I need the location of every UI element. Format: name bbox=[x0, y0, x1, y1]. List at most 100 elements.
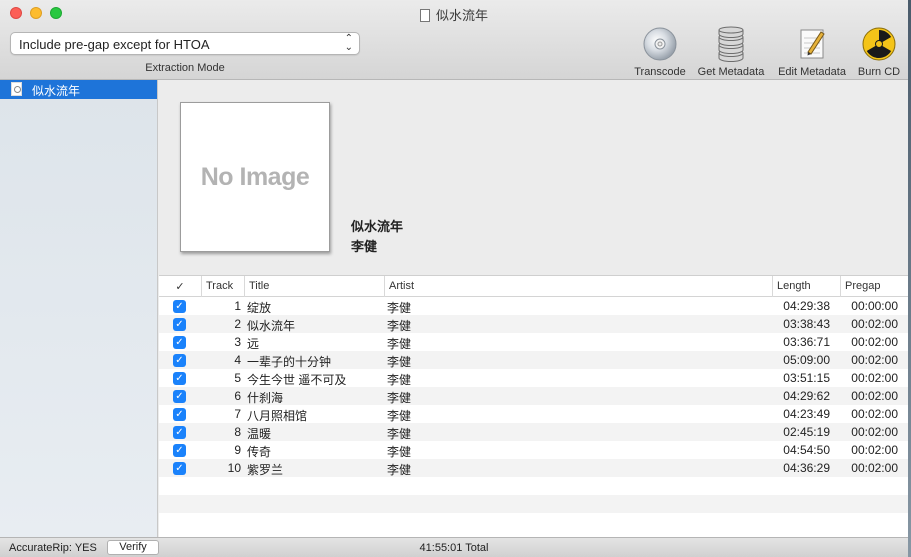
updown-chevron-icon: ⌃ ⌄ bbox=[344, 33, 353, 53]
cell-length: 04:54:50 bbox=[783, 443, 830, 457]
cell-track: 7 bbox=[234, 407, 241, 421]
cell-track: 6 bbox=[234, 389, 241, 403]
track-checkbox[interactable]: ✓ bbox=[173, 426, 186, 439]
cell-pregap: 00:02:00 bbox=[851, 317, 898, 331]
album-title[interactable]: 似水流年 bbox=[351, 216, 403, 235]
track-checkbox[interactable]: ✓ bbox=[173, 408, 186, 421]
cell-pregap: 00:02:00 bbox=[851, 353, 898, 367]
extraction-mode-popup[interactable]: Include pre-gap except for HTOA ⌃ ⌄ bbox=[10, 32, 360, 55]
track-checkbox[interactable]: ✓ bbox=[173, 318, 186, 331]
empty-row bbox=[159, 513, 908, 531]
cd-disc-icon bbox=[642, 26, 678, 62]
table-row[interactable]: ✓ 9 传奇 李健 04:54:50 00:02:00 bbox=[159, 441, 908, 459]
table-row[interactable]: ✓ 6 什刹海 李健 04:29:62 00:02:00 bbox=[159, 387, 908, 405]
cell-pregap: 00:02:00 bbox=[851, 407, 898, 421]
toolbar: 似水流年 Include pre-gap except for HTOA ⌃ ⌄ … bbox=[0, 0, 908, 80]
cell-track: 8 bbox=[234, 425, 241, 439]
album-cover[interactable]: No Image bbox=[180, 102, 330, 252]
edit-metadata-label: Edit Metadata bbox=[778, 66, 846, 78]
main-window: 似水流年 Include pre-gap except for HTOA ⌃ ⌄ … bbox=[0, 0, 908, 557]
album-artist[interactable]: 李健 bbox=[351, 236, 377, 255]
cell-artist: 李健 bbox=[387, 301, 412, 315]
sidebar: 似水流年 bbox=[0, 80, 158, 537]
track-checkbox[interactable]: ✓ bbox=[173, 390, 186, 403]
track-checkbox[interactable]: ✓ bbox=[173, 336, 186, 349]
table-row[interactable]: ✓ 4 一辈子的十分钟 李健 05:09:00 00:02:00 bbox=[159, 351, 908, 369]
track-checkbox[interactable]: ✓ bbox=[173, 354, 186, 367]
column-header-title[interactable]: Title bbox=[244, 276, 384, 297]
cell-length: 03:38:43 bbox=[783, 317, 830, 331]
album-info: No Image 似水流年 李健 bbox=[159, 80, 908, 275]
cell-title: 紫罗兰 bbox=[247, 463, 284, 477]
track-checkbox[interactable]: ✓ bbox=[173, 300, 186, 313]
disc-document-icon bbox=[11, 82, 22, 96]
column-header-check[interactable]: ✓ bbox=[159, 276, 201, 297]
edit-metadata-button[interactable]: Edit Metadata bbox=[774, 26, 850, 78]
table-row[interactable]: ✓ 5 今生今世 遥不可及 李健 03:51:15 00:02:00 bbox=[159, 369, 908, 387]
table-row[interactable]: ✓ 2 似水流年 李健 03:38:43 00:02:00 bbox=[159, 315, 908, 333]
cell-length: 03:36:71 bbox=[783, 335, 830, 349]
cell-artist: 李健 bbox=[387, 319, 412, 333]
cell-artist: 李健 bbox=[387, 373, 412, 387]
burn-cd-button[interactable]: Burn CD bbox=[854, 26, 904, 78]
track-checkbox[interactable]: ✓ bbox=[173, 444, 186, 457]
cell-pregap: 00:02:00 bbox=[851, 425, 898, 439]
track-checkbox[interactable]: ✓ bbox=[173, 372, 186, 385]
window-title-text: 似水流年 bbox=[435, 8, 488, 23]
cell-title: 远 bbox=[247, 337, 260, 351]
cell-length: 05:09:00 bbox=[783, 353, 830, 367]
pencil-notepad-icon bbox=[794, 26, 830, 62]
cover-placeholder-text: No Image bbox=[200, 162, 310, 191]
transcode-button[interactable]: Transcode bbox=[631, 26, 689, 78]
empty-row bbox=[159, 495, 908, 513]
column-header-length[interactable]: Length bbox=[772, 276, 840, 297]
cell-title: 八月照相馆 bbox=[247, 409, 308, 423]
get-metadata-button[interactable]: Get Metadata bbox=[694, 26, 768, 78]
column-header-artist[interactable]: Artist bbox=[384, 276, 772, 297]
radiation-icon bbox=[861, 26, 897, 62]
cell-pregap: 00:02:00 bbox=[851, 389, 898, 403]
database-icon bbox=[713, 26, 749, 62]
cell-title: 绽放 bbox=[247, 301, 272, 315]
cell-track: 1 bbox=[234, 299, 241, 313]
cell-title: 一辈子的十分钟 bbox=[247, 355, 332, 369]
cell-length: 04:36:29 bbox=[783, 461, 830, 475]
cell-track: 10 bbox=[227, 461, 241, 475]
cell-track: 2 bbox=[234, 317, 241, 331]
table-row[interactable]: ✓ 10 紫罗兰 李健 04:36:29 00:02:00 bbox=[159, 459, 908, 477]
table-row[interactable]: ✓ 8 温暖 李健 02:45:19 00:02:00 bbox=[159, 423, 908, 441]
cell-track: 9 bbox=[234, 443, 241, 457]
cell-length: 04:29:62 bbox=[783, 389, 830, 403]
extraction-mode-value: Include pre-gap except for HTOA bbox=[19, 37, 210, 52]
cell-artist: 李健 bbox=[387, 355, 412, 369]
table-row[interactable]: ✓ 1 绽放 李健 04:29:38 00:00:00 bbox=[159, 297, 908, 315]
transcode-label: Transcode bbox=[634, 66, 686, 78]
cell-artist: 李健 bbox=[387, 337, 412, 351]
empty-row bbox=[159, 477, 908, 495]
table-header: ✓ Track Title Artist Length Pregap bbox=[159, 276, 908, 297]
cell-title: 温暖 bbox=[247, 427, 272, 441]
cell-title: 今生今世 遥不可及 bbox=[247, 373, 347, 387]
cell-pregap: 00:00:00 bbox=[851, 299, 898, 313]
cell-track: 4 bbox=[234, 353, 241, 367]
status-bar: AccurateRip: YES Verify 41:55:01 Total bbox=[0, 537, 908, 557]
cell-track: 3 bbox=[234, 335, 241, 349]
burn-cd-label: Burn CD bbox=[857, 66, 901, 78]
cell-length: 04:23:49 bbox=[783, 407, 830, 421]
cell-artist: 李健 bbox=[387, 463, 412, 477]
column-header-pregap[interactable]: Pregap bbox=[840, 276, 908, 297]
cell-title: 传奇 bbox=[247, 445, 272, 459]
cell-title: 什刹海 bbox=[247, 391, 284, 405]
table-row[interactable]: ✓ 7 八月照相馆 李健 04:23:49 00:02:00 bbox=[159, 405, 908, 423]
column-header-track[interactable]: Track bbox=[201, 276, 244, 297]
cell-artist: 李健 bbox=[387, 409, 412, 423]
cell-title: 似水流年 bbox=[247, 319, 296, 333]
cell-pregap: 00:02:00 bbox=[851, 461, 898, 475]
cell-artist: 李健 bbox=[387, 445, 412, 459]
extraction-mode-label: Extraction Mode bbox=[145, 62, 225, 74]
get-metadata-label: Get Metadata bbox=[697, 66, 765, 78]
cell-pregap: 00:02:00 bbox=[851, 443, 898, 457]
sidebar-item-album[interactable]: 似水流年 bbox=[0, 80, 157, 99]
table-row[interactable]: ✓ 3 远 李健 03:36:71 00:02:00 bbox=[159, 333, 908, 351]
track-checkbox[interactable]: ✓ bbox=[173, 462, 186, 475]
